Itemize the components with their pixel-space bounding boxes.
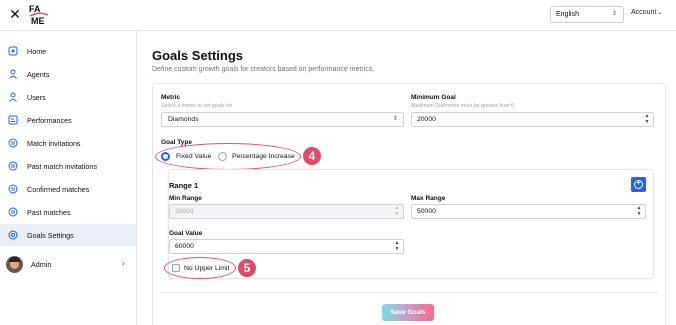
- sidebar-item-label: Past matches: [27, 207, 71, 217]
- plus-circle-icon: +: [634, 180, 643, 189]
- min-range-input: 20001 ▲ ▼: [169, 204, 404, 219]
- invite-icon: [8, 138, 18, 148]
- sidebar-item-users[interactable]: Users: [0, 86, 136, 108]
- number-stepper[interactable]: ▲ ▼: [643, 113, 651, 125]
- admin-name: Admin: [31, 260, 52, 269]
- invite-icon: [8, 207, 18, 217]
- user-icon: [8, 92, 18, 102]
- minimum-goal-value: 20000: [417, 116, 436, 123]
- invite-icon: [8, 161, 18, 171]
- number-stepper[interactable]: ▲ ▼: [393, 240, 401, 252]
- language-value: English: [556, 11, 579, 18]
- sidebar-item-label: Match invitations: [27, 138, 81, 148]
- annotation-highlight-oval: [164, 257, 236, 279]
- sidebar-item-label: Agents: [27, 69, 50, 79]
- sidebar-item-label: Performances: [27, 115, 72, 125]
- max-range-label: Max Range: [411, 195, 446, 202]
- sidebar-item-agents[interactable]: Agents: [0, 63, 136, 85]
- sidebar-item-confirmed-matches[interactable]: Confirmed matches: [0, 178, 136, 200]
- home-icon: [8, 46, 18, 56]
- minimum-goal-label: Minimum Goal: [411, 94, 456, 101]
- number-stepper: ▲ ▼: [394, 205, 400, 217]
- goal-value-input[interactable]: 60000 ▲ ▼: [169, 239, 404, 254]
- range-title: Range 1: [169, 181, 199, 190]
- close-icon[interactable]: ✕: [8, 7, 22, 21]
- chevron-down-icon: ⌄: [657, 10, 663, 16]
- chevron-right-icon: ›: [122, 259, 125, 268]
- admin-user-menu[interactable]: Admin ›: [0, 253, 136, 275]
- account-menu-button[interactable]: Account⌄: [631, 9, 662, 16]
- sidebar: Home Agents Users Performances Match inv…: [0, 31, 137, 325]
- min-range-label: Min Range: [169, 195, 202, 202]
- sidebar-item-goals-settings[interactable]: Goals Settings: [0, 224, 136, 246]
- annotation-step-5: 5: [238, 259, 256, 277]
- sidebar-item-label: Past match invitations: [27, 161, 97, 171]
- page-subtitle: Define custom growth goals for creators …: [152, 66, 375, 73]
- settings-icon: [8, 230, 18, 240]
- chart-icon: [8, 115, 18, 125]
- top-bar: ✕ FA ME English ⇕ Account⌄: [0, 0, 676, 31]
- app-root: ✕ FA ME English ⇕ Account⌄ Home Agents U…: [0, 0, 676, 325]
- sidebar-item-performances[interactable]: Performances: [0, 109, 136, 131]
- page-title: Goals Settings: [152, 48, 244, 63]
- app-logo[interactable]: FA ME: [28, 2, 50, 28]
- save-goals-button[interactable]: Save Goals: [382, 304, 434, 321]
- goal-value: 60000: [175, 243, 194, 250]
- sidebar-item-label: Confirmed matches: [27, 184, 90, 194]
- avatar: [6, 256, 23, 273]
- user-icon: [8, 69, 18, 79]
- minimum-goal-hint: Maximum Diamonds must be greater than 0: [411, 103, 515, 109]
- max-range-value: 50000: [417, 208, 436, 215]
- sidebar-item-past-matches[interactable]: Past matches: [0, 201, 136, 223]
- annotation-step-4: 4: [303, 147, 321, 165]
- minimum-goal-input[interactable]: 20000 ▲ ▼: [411, 112, 654, 127]
- divider: [160, 292, 658, 293]
- metric-value: Diamonds: [168, 116, 199, 123]
- svg-text:ME: ME: [31, 16, 45, 26]
- updown-caret-icon: ⇕: [611, 11, 617, 17]
- max-range-input[interactable]: 50000 ▲ ▼: [411, 204, 646, 219]
- metric-hint: Select a metric to set goals for: [161, 103, 233, 109]
- metric-select[interactable]: Diamonds ⇕: [161, 112, 404, 127]
- sidebar-item-match-invitations[interactable]: Match invitations: [0, 132, 136, 154]
- sidebar-item-home[interactable]: Home: [0, 40, 136, 62]
- add-range-button[interactable]: +: [631, 177, 646, 192]
- language-select[interactable]: English ⇕: [550, 6, 624, 23]
- number-stepper[interactable]: ▲ ▼: [635, 205, 643, 217]
- updown-caret-icon: ⇕: [392, 116, 398, 122]
- min-range-value: 20001: [175, 208, 194, 215]
- sidebar-item-past-match-invitations[interactable]: Past match invitations: [0, 155, 136, 177]
- annotation-highlight-oval: [155, 143, 301, 170]
- sidebar-item-label: Home: [27, 46, 47, 56]
- sidebar-item-label: Goals Settings: [27, 230, 74, 240]
- account-label: Account: [631, 9, 657, 16]
- goal-value-label: Goal Value: [169, 230, 203, 237]
- metric-label: Metric: [161, 94, 181, 101]
- sidebar-item-label: Users: [27, 92, 46, 102]
- invite-icon: [8, 184, 18, 194]
